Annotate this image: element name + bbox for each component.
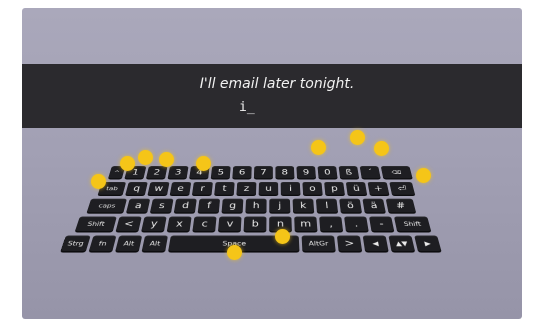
key-3[interactable]: 3 bbox=[167, 166, 189, 179]
touch-marker bbox=[227, 245, 242, 260]
key-w[interactable]: w bbox=[147, 181, 170, 195]
key-m[interactable]: m bbox=[294, 216, 318, 232]
key-a-umlaut[interactable]: ä bbox=[362, 198, 386, 213]
key-alt[interactable]: Alt bbox=[141, 235, 168, 252]
key-period[interactable]: . bbox=[344, 216, 369, 232]
keyboard-row-numbers: ^ 1 2 3 4 5 6 7 8 9 0 ß ´ ⌫ bbox=[108, 166, 413, 179]
key-g[interactable]: g bbox=[221, 198, 244, 213]
touch-marker bbox=[91, 174, 106, 189]
key-arrow-left[interactable]: ◀ bbox=[362, 235, 389, 252]
vr-scene: I'll email later tonight. i_ ^ 1 2 3 4 5… bbox=[22, 8, 522, 319]
key-f[interactable]: f bbox=[197, 198, 221, 213]
key-plus[interactable]: + bbox=[367, 181, 390, 195]
key-shift-left[interactable]: Shift bbox=[75, 216, 117, 232]
key-less-than[interactable]: < bbox=[115, 216, 142, 232]
key-e[interactable]: e bbox=[169, 181, 192, 195]
key-shift-right[interactable]: Shift bbox=[393, 216, 432, 232]
key-acute[interactable]: ´ bbox=[359, 166, 381, 179]
key-6[interactable]: 6 bbox=[232, 166, 252, 179]
touch-marker bbox=[196, 156, 211, 171]
touch-marker bbox=[159, 152, 174, 167]
touch-marker bbox=[138, 150, 153, 165]
keyboard-row-home: caps a s d f g h j k l ö ä # bbox=[86, 198, 416, 213]
key-j[interactable]: j bbox=[269, 198, 291, 213]
key-y[interactable]: y bbox=[141, 216, 167, 232]
key-z[interactable]: z bbox=[236, 181, 257, 195]
key-fn[interactable]: fn bbox=[88, 235, 117, 252]
key-x[interactable]: x bbox=[166, 216, 192, 232]
key-i[interactable]: i bbox=[280, 181, 301, 195]
key-greater-than[interactable]: > bbox=[336, 235, 363, 252]
touch-marker bbox=[416, 168, 431, 183]
key-2[interactable]: 2 bbox=[146, 166, 168, 179]
text-cursor: i_ bbox=[239, 100, 255, 115]
key-s[interactable]: s bbox=[150, 198, 174, 213]
keyboard-row-bottom: Strg fn Alt Alt Space AltGr > ◀ ▲▼ ▶ bbox=[60, 235, 442, 252]
key-h[interactable]: h bbox=[245, 198, 267, 213]
key-arrow-right[interactable]: ▶ bbox=[414, 235, 442, 252]
key-backspace[interactable]: ⌫ bbox=[380, 166, 413, 179]
touch-marker bbox=[350, 130, 365, 145]
typed-text: I'll email later tonight. bbox=[199, 76, 355, 92]
key-5[interactable]: 5 bbox=[210, 166, 231, 179]
key-r[interactable]: r bbox=[192, 181, 213, 195]
key-sharp-s[interactable]: ß bbox=[338, 166, 360, 179]
touch-marker bbox=[275, 229, 290, 244]
key-l[interactable]: l bbox=[315, 198, 339, 213]
touch-marker bbox=[120, 156, 135, 171]
key-8[interactable]: 8 bbox=[275, 166, 295, 179]
key-minus[interactable]: - bbox=[368, 216, 395, 232]
key-enter[interactable]: ⏎ bbox=[389, 181, 416, 195]
dictation-panel: I'll email later tonight. i_ bbox=[22, 64, 522, 128]
key-hash[interactable]: # bbox=[385, 198, 416, 213]
touch-marker bbox=[374, 141, 389, 156]
key-arrow-up-down[interactable]: ▲▼ bbox=[388, 235, 415, 252]
key-v[interactable]: v bbox=[218, 216, 242, 232]
key-d[interactable]: d bbox=[173, 198, 197, 213]
key-q[interactable]: q bbox=[125, 181, 148, 195]
key-o-umlaut[interactable]: ö bbox=[339, 198, 362, 213]
keyboard-row-qwertz: tab q w e r t z u i o p ü + ⏎ bbox=[97, 181, 416, 195]
key-9[interactable]: 9 bbox=[296, 166, 316, 179]
key-c[interactable]: c bbox=[192, 216, 217, 232]
key-u-umlaut[interactable]: ü bbox=[345, 181, 368, 195]
key-b[interactable]: b bbox=[243, 216, 267, 232]
key-alt-left[interactable]: Alt bbox=[115, 235, 143, 252]
key-k[interactable]: k bbox=[292, 198, 315, 213]
key-comma[interactable]: , bbox=[319, 216, 344, 232]
key-t[interactable]: t bbox=[214, 181, 235, 195]
key-0[interactable]: 0 bbox=[317, 166, 338, 179]
key-a[interactable]: a bbox=[126, 198, 151, 213]
key-caps-lock[interactable]: caps bbox=[86, 198, 127, 213]
key-altgr[interactable]: AltGr bbox=[301, 235, 336, 252]
key-ctrl[interactable]: Strg bbox=[60, 235, 91, 252]
key-u[interactable]: u bbox=[258, 181, 279, 195]
keyboard-row-lower: Shift < y x c v b n m , . - Shift bbox=[75, 216, 432, 232]
key-o[interactable]: o bbox=[302, 181, 323, 195]
key-p[interactable]: p bbox=[324, 181, 345, 195]
key-7[interactable]: 7 bbox=[253, 166, 273, 179]
touch-marker bbox=[311, 140, 326, 155]
